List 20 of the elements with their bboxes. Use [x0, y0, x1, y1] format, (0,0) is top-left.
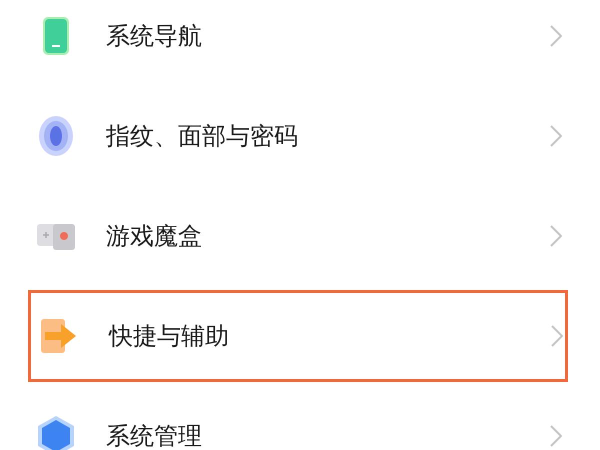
settings-row[interactable]: 游戏魔盒	[30, 186, 566, 286]
gamepad-icon	[37, 221, 75, 251]
phone-icon	[43, 17, 69, 55]
settings-label: 游戏魔盒	[106, 221, 203, 252]
hexagon-icon	[38, 416, 74, 450]
chevron-icon	[550, 125, 562, 147]
chevron-icon	[550, 425, 562, 447]
settings-label: 系统管理	[106, 421, 203, 450]
oval-icon	[39, 116, 73, 156]
chevron-icon	[550, 225, 562, 247]
settings-row[interactable]: 指纹、面部与密码	[30, 86, 566, 186]
highlighted-settings-row[interactable]: 快捷与辅助	[28, 290, 568, 382]
settings-row[interactable]: 系统导航	[30, 0, 566, 86]
settings-label: 系统导航	[106, 21, 203, 52]
arrow-icon	[41, 319, 77, 353]
chevron-icon	[551, 325, 563, 347]
settings-label: 快捷与辅助	[109, 321, 230, 352]
chevron-icon	[550, 25, 562, 47]
settings-label: 指纹、面部与密码	[106, 121, 299, 152]
settings-row[interactable]: 系统管理	[30, 386, 566, 450]
